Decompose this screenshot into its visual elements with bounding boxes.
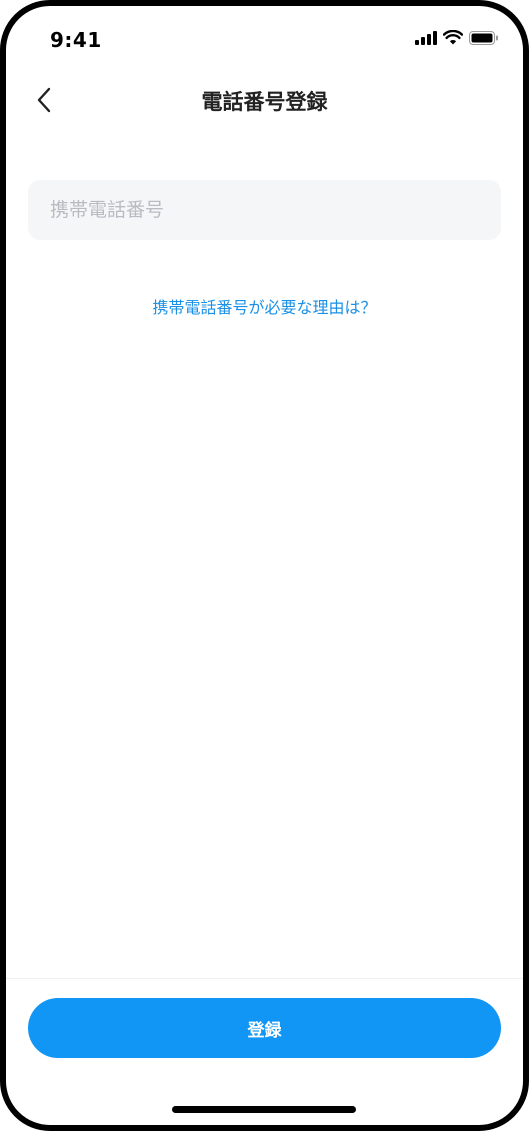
status-icons [415,28,499,50]
battery-icon [469,30,499,49]
cellular-signal-icon [415,30,437,49]
status-time: 9:41 [50,28,102,52]
home-indicator [172,1106,356,1113]
bottom-divider [6,978,523,979]
page-title: 電話番号登録 [201,90,328,114]
why-phone-number-link[interactable]: 携帯電話番号が必要な理由は？ [6,294,523,318]
navigation-bar: 電話番号登録 [6,76,523,128]
wifi-icon [442,29,464,49]
register-button[interactable]: 登録 [28,998,501,1058]
phone-number-input[interactable] [28,180,501,240]
phone-number-field [28,180,501,240]
status-bar: 9:41 [6,6,523,76]
phone-frame: 9:41 電話番号登録 携帯電話番号 携帯電話番号が必要な理由は？ 登録 [0,0,529,1131]
